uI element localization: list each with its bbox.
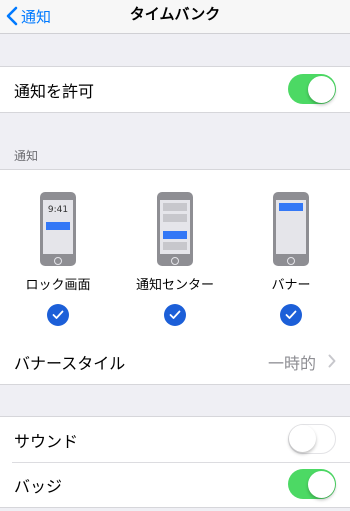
sound-badge-group: サウンド バッジ: [0, 416, 350, 508]
toggle-knob: [307, 470, 335, 498]
sound-row: サウンド: [0, 417, 350, 462]
alert-styles: 9:41 ロック画面 通知センター バナー: [0, 170, 350, 339]
lock-screen-phone-icon: 9:41: [40, 192, 76, 266]
toggle-knob: [289, 425, 316, 452]
notification-block: [163, 231, 187, 239]
allow-group: 通知を許可: [0, 66, 350, 113]
notification-center-phone-icon: [157, 192, 193, 266]
phone-time: 9:41: [47, 205, 69, 215]
allow-notifications-row: 通知を許可: [0, 67, 350, 112]
phone-screen: [160, 200, 190, 254]
home-button-icon: [171, 257, 179, 265]
page-title: タイムバンク: [129, 5, 221, 23]
sound-label: サウンド: [14, 431, 79, 451]
banner-check-icon[interactable]: [280, 304, 302, 326]
phone-screen: [276, 200, 306, 254]
banner-label: バナー: [271, 278, 311, 293]
lock-screen-check-icon[interactable]: [47, 304, 69, 326]
badge-row: バッジ: [0, 462, 350, 507]
notification-center-label: 通知センター: [135, 278, 214, 293]
banner-style-row[interactable]: バナースタイル 一時的: [0, 339, 350, 384]
notification-block: [163, 203, 187, 211]
navigation-bar: 通知 タイムバンク: [0, 0, 350, 34]
toggle-knob: [307, 75, 335, 103]
banner-style-value: 一時的: [267, 353, 316, 373]
home-button-icon: [287, 257, 295, 265]
banner-style-label: バナースタイル: [14, 353, 126, 373]
allow-notifications-label: 通知を許可: [14, 81, 95, 101]
notification-center-check-icon[interactable]: [164, 304, 186, 326]
notification-block: [163, 242, 187, 250]
badge-label: バッジ: [14, 476, 63, 496]
badge-toggle[interactable]: [288, 469, 336, 499]
notification-block: [163, 214, 187, 222]
notification-block: [279, 203, 303, 211]
section-header-notifications: 通知: [14, 149, 39, 163]
sound-toggle[interactable]: [288, 424, 336, 454]
phone-screen: 9:41: [43, 200, 73, 254]
notification-styles-group: 9:41 ロック画面 通知センター バナー バナースタイル 一時的: [0, 169, 350, 385]
lock-screen-label: ロック画面: [25, 278, 91, 293]
allow-notifications-toggle[interactable]: [288, 74, 336, 104]
notification-block: [46, 222, 70, 230]
home-button-icon: [54, 257, 62, 265]
banner-phone-icon: [273, 192, 309, 266]
chevron-right-icon: [328, 354, 336, 368]
